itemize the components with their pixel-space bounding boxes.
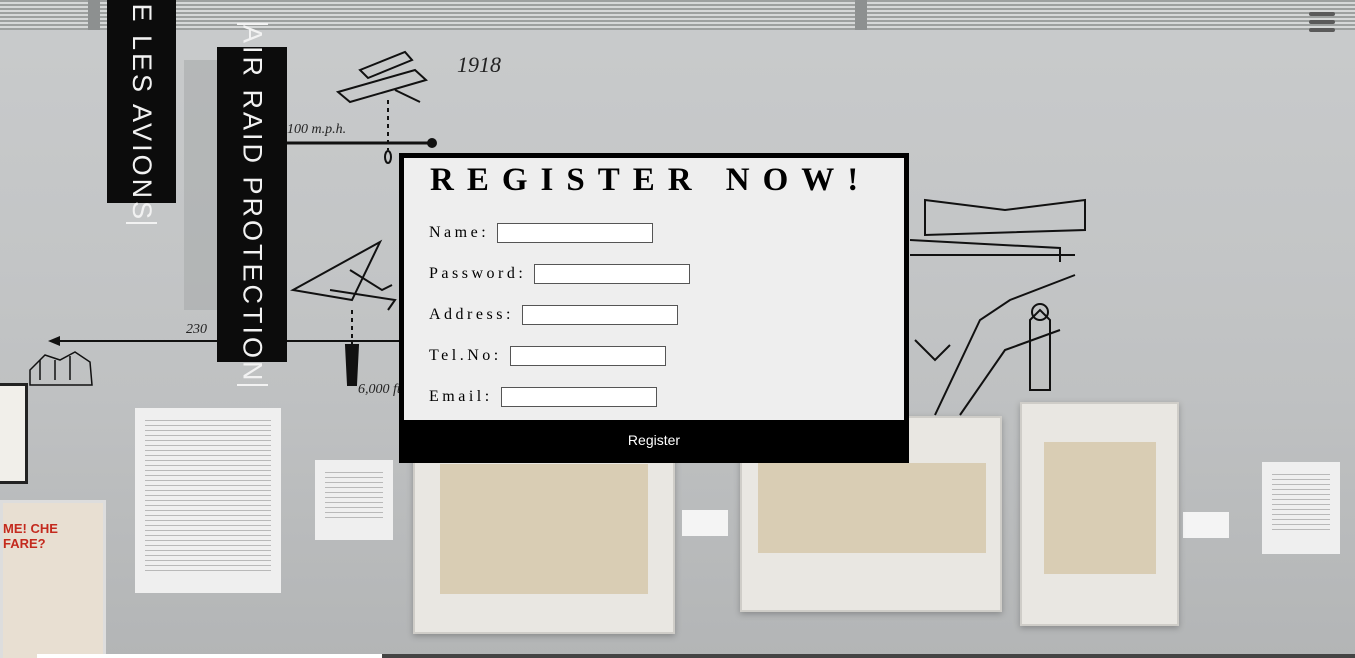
- email-row: Email:: [429, 386, 657, 408]
- hanging-banner: AIR RAID PROTECTION: [217, 23, 287, 386]
- bottom-strip: [382, 654, 1355, 658]
- sketch-altitude-label: 6,000 ft: [358, 382, 401, 397]
- hamburger-menu-icon[interactable]: [1309, 12, 1335, 34]
- wall-text-panel: [315, 460, 393, 540]
- register-modal: REGISTER NOW! Name: Password: Address: T…: [399, 153, 909, 463]
- password-field[interactable]: [534, 264, 691, 284]
- banner-shadow: [184, 60, 218, 310]
- banner-text: RE LES AVIONS: [126, 0, 157, 225]
- password-row: Password:: [429, 263, 691, 285]
- sketch-year: 1918: [457, 52, 501, 77]
- hanging-banner: RE LES AVIONS: [107, 0, 176, 225]
- telno-row: Tel.No:: [429, 345, 666, 367]
- sketch-speed-label: 230: [186, 322, 207, 337]
- email-field[interactable]: [500, 387, 657, 407]
- telno-field[interactable]: [509, 346, 666, 366]
- email-label: Email:: [429, 388, 493, 405]
- wall-text-panel: [1262, 462, 1340, 554]
- name-row: Name:: [429, 222, 654, 244]
- name-label: Name:: [429, 224, 490, 241]
- framed-artwork: [413, 450, 675, 634]
- address-label: Address:: [429, 306, 514, 323]
- telno-label: Tel.No:: [429, 347, 502, 364]
- register-title: REGISTER NOW!: [430, 162, 872, 198]
- poster: ME! CHE FARE?: [0, 500, 106, 658]
- sketch-speed-label: 100 m.p.h.: [287, 122, 347, 137]
- bottom-strip: [37, 654, 382, 658]
- password-label: Password:: [429, 265, 527, 282]
- register-form: REGISTER NOW! Name: Password: Address: T…: [404, 158, 904, 420]
- register-button[interactable]: Register: [404, 421, 904, 458]
- caption-label: [682, 510, 728, 536]
- page: 1918 100 m.p.h. 230 6,000 ft RE LES AVIO…: [0, 0, 1355, 658]
- poster-heading: ME! CHE FARE?: [3, 521, 58, 551]
- framed-artwork: [0, 383, 28, 484]
- framed-artwork: [1020, 402, 1179, 626]
- name-field[interactable]: [497, 223, 654, 243]
- address-field[interactable]: [521, 305, 678, 325]
- wall-text-panel: [135, 408, 281, 593]
- banner-text: AIR RAID PROTECTION: [236, 23, 268, 386]
- address-row: Address:: [429, 304, 678, 326]
- caption-label: [1183, 512, 1229, 538]
